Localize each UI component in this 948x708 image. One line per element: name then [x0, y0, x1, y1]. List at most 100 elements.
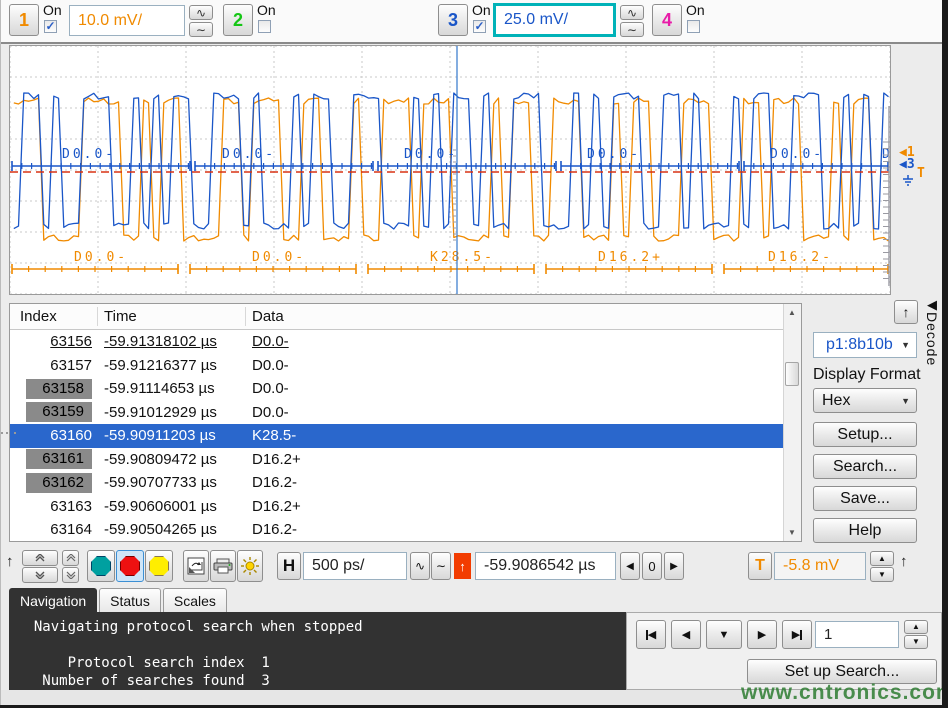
channel-1-on-checkbox[interactable]: ✓: [44, 20, 57, 33]
triangle-up-icon: ▲: [912, 623, 920, 631]
column-header-index[interactable]: Index: [10, 307, 98, 326]
coarse-vertical-stepper: [22, 550, 58, 583]
tab-navigation[interactable]: Navigation: [9, 588, 97, 612]
channel-2-on-checkbox[interactable]: [258, 20, 271, 33]
column-header-time[interactable]: Time: [98, 307, 246, 326]
run-button[interactable]: [87, 550, 115, 582]
table-row[interactable]: 63163-59.90606001 µsD16.2+: [10, 495, 801, 519]
display-brightness-button[interactable]: [237, 550, 263, 582]
channel-1-scale-steppers: ∿ ∼: [189, 5, 213, 37]
table-row[interactable]: 63162-59.90707733 µsD16.2-: [10, 471, 801, 495]
hscale-fine-button[interactable]: ∿: [410, 552, 430, 580]
channel-2-button[interactable]: 2: [223, 4, 253, 36]
search-index-down-button[interactable]: ▼: [904, 635, 928, 649]
trigger-level-input[interactable]: -5.8 mV: [774, 552, 866, 580]
horizontal-scale-input[interactable]: 500 ps/: [303, 552, 407, 580]
cell-data: D0.0-: [252, 357, 289, 374]
run-icon: [91, 556, 111, 576]
table-row[interactable]: 63157-59.91216377 µsD0.0-: [10, 354, 801, 378]
channel-3-button[interactable]: 3: [438, 4, 468, 36]
triangle-left-icon: ◀: [626, 561, 634, 572]
decode-source-select[interactable]: p1:8b10b ▼: [813, 332, 917, 358]
channel-3-fine-scale-button[interactable]: ∿: [620, 5, 644, 20]
coarse-up-button[interactable]: [22, 550, 58, 566]
channel-1-coarse-scale-button[interactable]: ∼: [189, 22, 213, 37]
cell-index: 63159: [26, 402, 92, 422]
fine-down-button[interactable]: [62, 567, 79, 583]
waveform-display[interactable]: D0.0-D0.0-D0.0-D0.0-D0.0-DD0.0-D0.0-K28.…: [9, 45, 891, 295]
cell-data: D0.0-: [252, 380, 289, 397]
svg-text:D16.2-: D16.2-: [768, 250, 833, 265]
cell-data: D0.0-: [252, 333, 289, 350]
go-previous-button[interactable]: ◀: [671, 620, 701, 649]
cell-time: -59.90911203 µs: [104, 427, 216, 444]
table-scrollbar[interactable]: ▲ ▼: [783, 304, 801, 541]
save-button[interactable]: Save...: [813, 486, 917, 511]
fine-up-button[interactable]: [62, 550, 79, 566]
trigger-level-stepper: ▲ ▼: [870, 551, 894, 582]
chevron-down-icon: ▼: [901, 396, 916, 406]
cell-time: -59.91012929 µs: [104, 404, 217, 421]
decode-side-tab[interactable]: ◀ Decode: [922, 298, 942, 394]
horizontal-position-input[interactable]: -59.9086542 µs: [475, 552, 616, 580]
channel-4-button[interactable]: 4: [652, 4, 682, 36]
svg-text:D0.0-: D0.0-: [222, 147, 276, 162]
table-row[interactable]: 63161-59.90809472 µsD16.2+: [10, 448, 801, 472]
channel-1-scale-input[interactable]: 10.0 mV/: [69, 5, 185, 36]
arrow-left-icon: ◀: [927, 298, 937, 312]
channel-3-level-marker[interactable]: ◀3: [899, 159, 915, 171]
print-button[interactable]: [210, 550, 236, 582]
channel-1-button[interactable]: 1: [9, 4, 39, 36]
table-row[interactable]: 63158-59.91114653 µsD0.0-: [10, 377, 801, 401]
trigger-menu-button[interactable]: T: [748, 552, 772, 580]
coarse-down-button[interactable]: [22, 567, 58, 583]
table-row[interactable]: 63160-59.90911203 µsK28.5-: [10, 424, 801, 448]
table-row[interactable]: 63159-59.91012929 µsD0.0-: [10, 401, 801, 425]
scrollbar-thumb[interactable]: [785, 362, 799, 386]
channel-3-coarse-scale-button[interactable]: ∼: [620, 22, 644, 37]
scroll-down-icon[interactable]: ▼: [785, 525, 799, 540]
search-index-up-button[interactable]: ▲: [904, 620, 928, 634]
status-tabs: NavigationStatusScales: [9, 588, 227, 612]
pan-right-button[interactable]: ▶: [664, 552, 684, 580]
search-button[interactable]: Search...: [813, 454, 917, 479]
stop-button[interactable]: [116, 550, 144, 582]
table-row[interactable]: 63156-59.91318102 µsD0.0-: [10, 330, 801, 354]
trigger-level-up-button[interactable]: ▲: [870, 551, 894, 566]
search-index-input[interactable]: 1: [815, 621, 899, 648]
decode-listing-table: Index Time Data 63156-59.91318102 µsD0.0…: [9, 303, 802, 542]
go-next-button[interactable]: ▶: [747, 620, 777, 649]
sine-icon: ∼: [436, 559, 446, 573]
channel-1-fine-scale-button[interactable]: ∿: [189, 5, 213, 20]
stop-nav-button[interactable]: ▼: [706, 620, 742, 649]
display-format-select[interactable]: Hex ▼: [813, 388, 917, 413]
go-first-button[interactable]: ◀: [636, 620, 666, 649]
sine-icon: ∼: [627, 23, 637, 37]
horizontal-menu-button[interactable]: H: [277, 552, 301, 580]
cell-index: 63161: [26, 449, 92, 469]
scroll-up-icon[interactable]: ▲: [785, 305, 799, 320]
pan-left-button[interactable]: ◀: [620, 552, 640, 580]
channel-4-on-checkbox[interactable]: [687, 20, 700, 33]
cell-index: 63162: [26, 473, 92, 493]
tab-scales[interactable]: Scales: [163, 588, 227, 612]
setup-button[interactable]: Setup...: [813, 422, 917, 447]
trigger-position-marker[interactable]: ↑: [454, 553, 471, 579]
channel-3-scale-input[interactable]: 25.0 mV/: [493, 3, 616, 37]
triangle-icon: ▶: [792, 628, 800, 641]
hscale-coarse-button[interactable]: ∼: [431, 552, 451, 580]
tab-status[interactable]: Status: [99, 588, 161, 612]
channel-3-on-checkbox[interactable]: ✓: [473, 20, 486, 33]
zero-position-button[interactable]: 0: [642, 552, 662, 580]
export-image-button[interactable]: [183, 550, 209, 582]
collapse-panel-button[interactable]: ↑: [894, 300, 918, 324]
help-button[interactable]: Help: [813, 518, 917, 543]
single-button[interactable]: [145, 550, 173, 582]
trigger-level-marker[interactable]: T: [917, 168, 925, 180]
trigger-level-down-button[interactable]: ▼: [870, 567, 894, 582]
search-navigation-panel: ◀◀▼▶▶ 1 ▲ ▼ Set up Search...: [626, 612, 942, 690]
table-row[interactable]: 63164-59.90504265 µsD16.2-: [10, 518, 801, 542]
go-last-button[interactable]: ▶: [782, 620, 812, 649]
column-header-data[interactable]: Data: [246, 307, 801, 326]
triangle-icon: ◀: [682, 628, 690, 641]
